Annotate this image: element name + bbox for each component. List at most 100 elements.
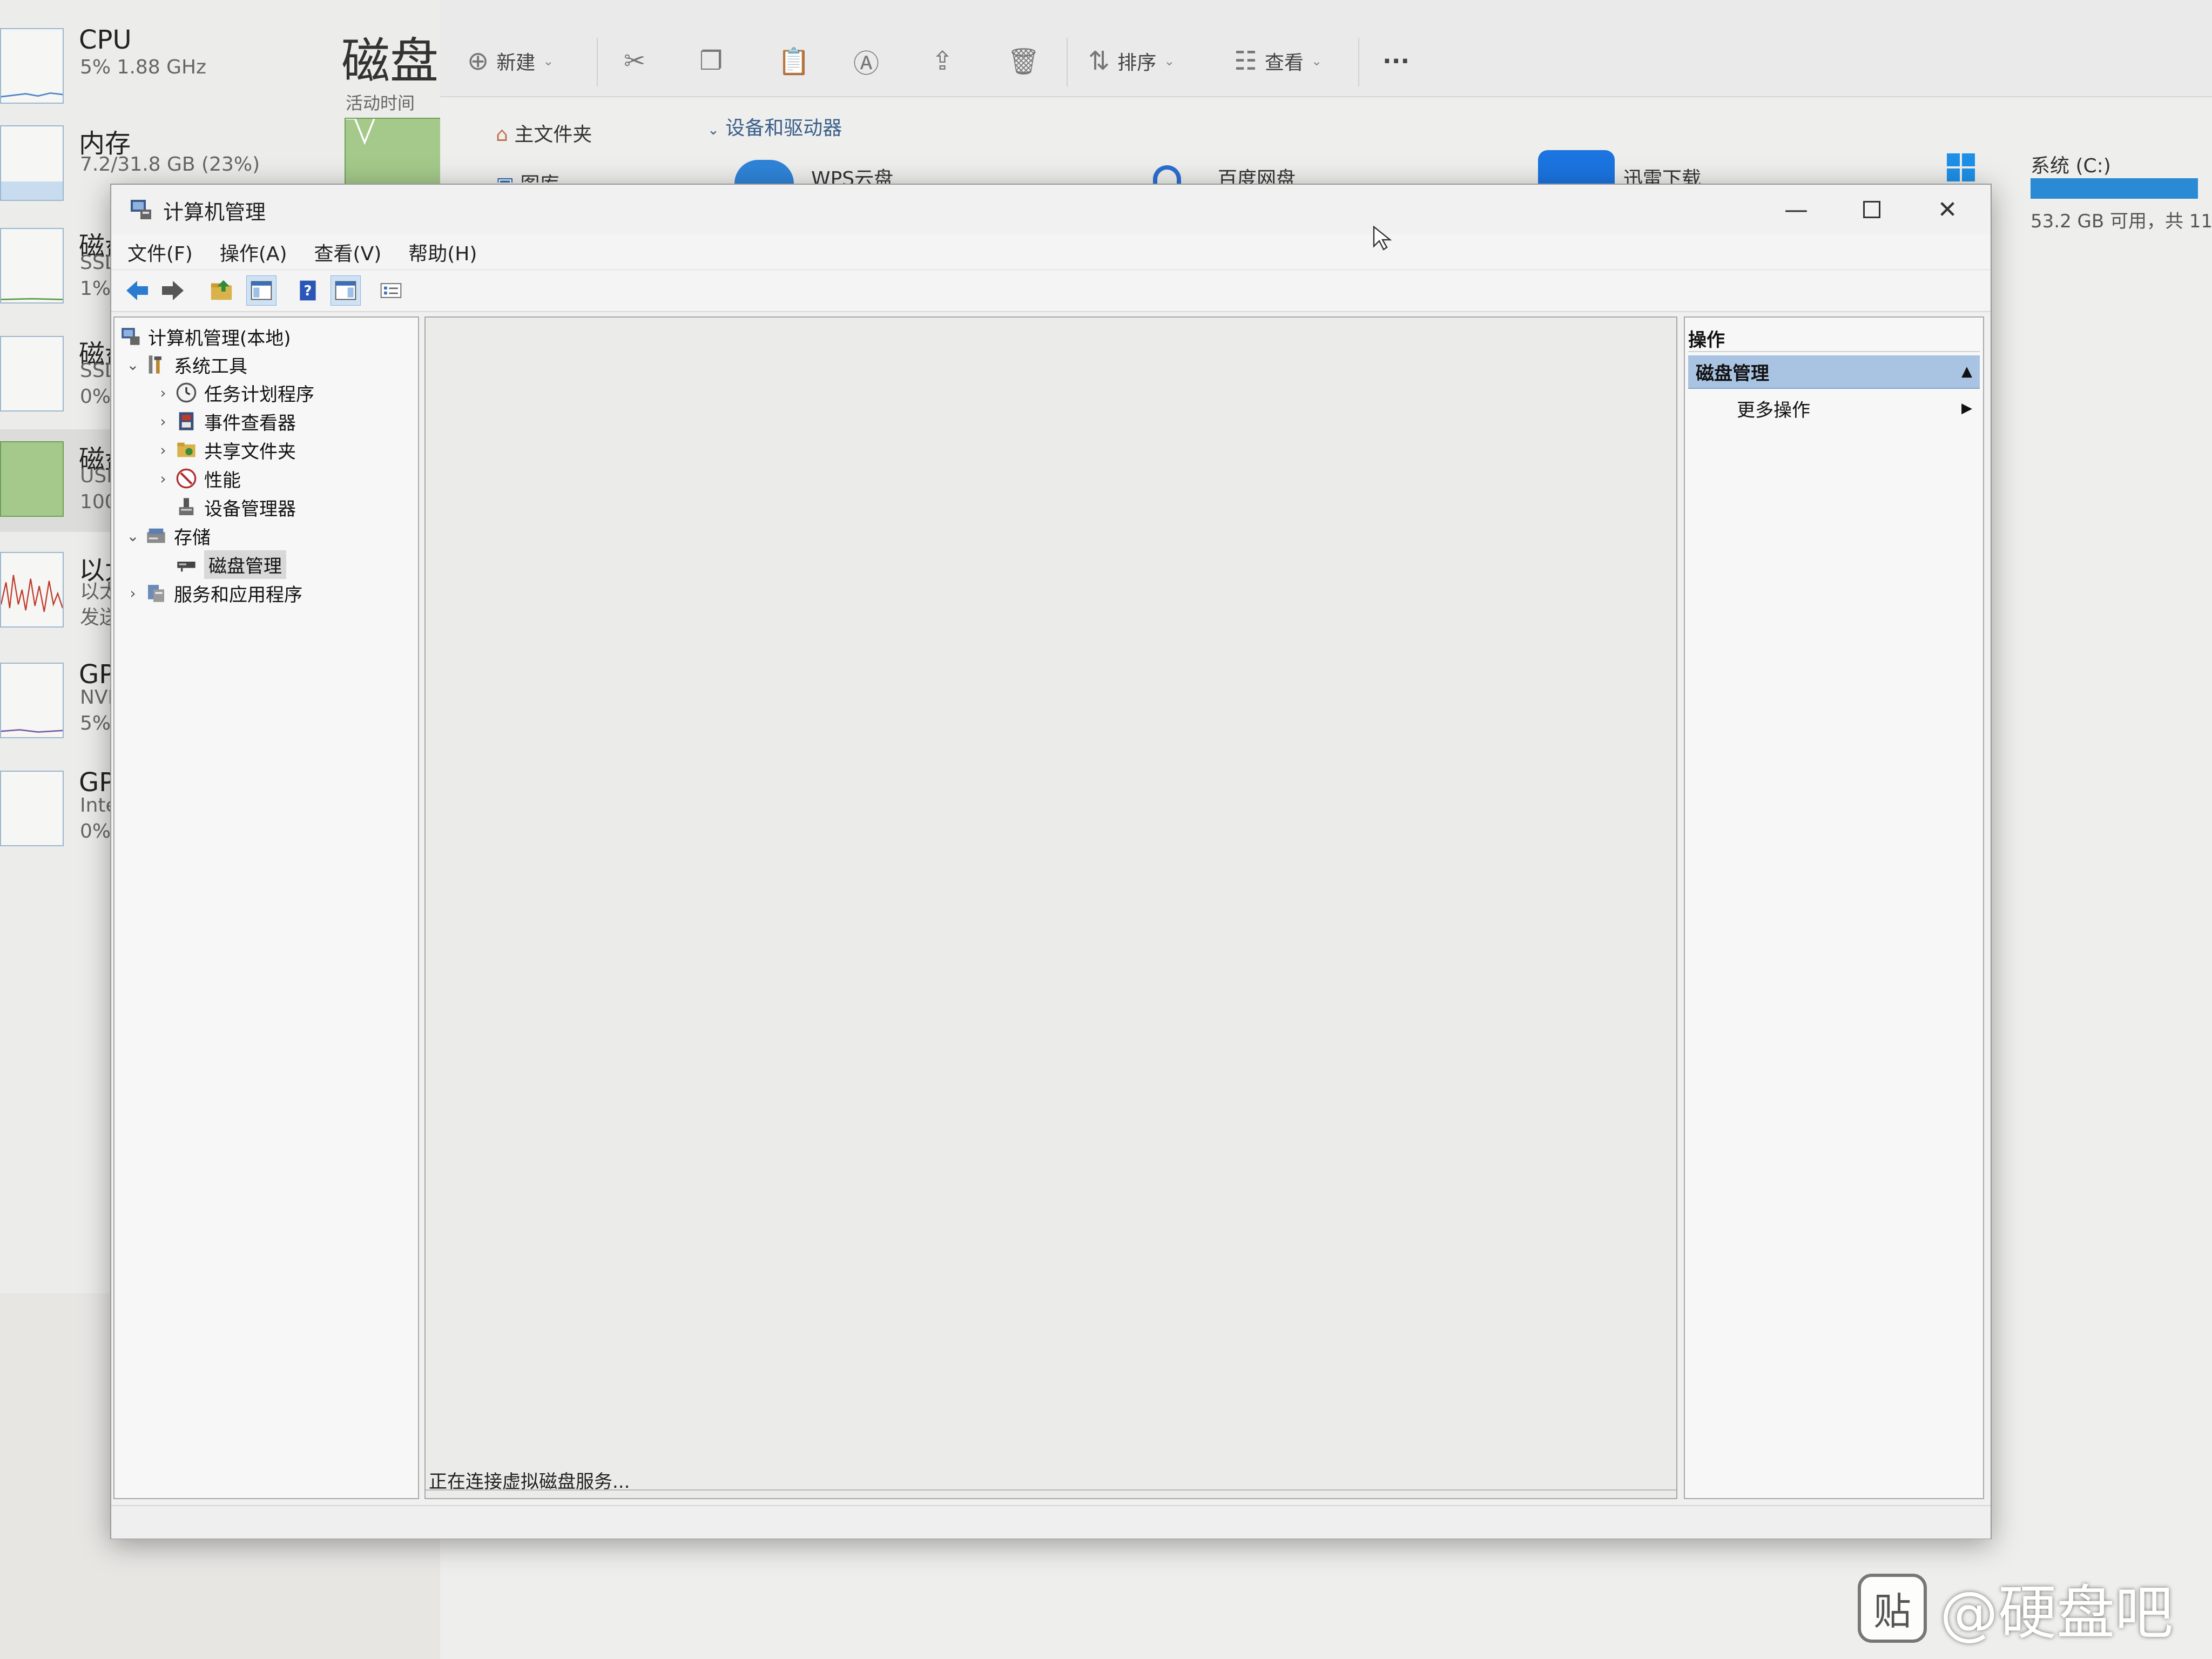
properties-button[interactable] (376, 275, 406, 306)
drive-usage-bar (2031, 178, 2198, 199)
devices-section-label: 设备和驱动器 (725, 117, 842, 139)
tree-item-event-viewer[interactable]: › 事件查看器 (152, 408, 296, 435)
close-button[interactable]: ✕ (1910, 185, 1985, 234)
toolbar-separator (1067, 38, 1068, 86)
windows-logo-icon (1947, 153, 1975, 181)
trash-icon: 🗑 (1007, 46, 1040, 77)
tree-item-system-tools[interactable]: ⌄ 系统工具 (122, 351, 247, 378)
clipboard-icon: 📋 (778, 46, 810, 77)
computer-management-icon (127, 197, 153, 222)
perf-title: GP (79, 767, 115, 798)
perf-item-cpu[interactable]: CPU 5% 1.88 GHz (0, 16, 340, 119)
cpu-sparkline (0, 28, 64, 104)
actions-section-disk-management[interactable]: 磁盘管理 ▲ (1688, 355, 1980, 389)
xunlei-label[interactable]: 迅雷下载 (1623, 163, 1701, 184)
disk-detail-title: 磁盘 (341, 33, 439, 90)
properties-icon (380, 283, 402, 298)
sort-icon: ⇅ (1088, 46, 1110, 76)
rename-icon: Ⓐ (853, 49, 880, 79)
tree-label: 磁盘管理 (204, 550, 286, 579)
menu-help[interactable]: 帮助(H) (408, 238, 477, 266)
action-pane-icon (335, 281, 356, 300)
actions-pane: 操作 磁盘管理 ▲ 更多操作 ▶ (1684, 316, 1984, 1499)
wps-cloud-label[interactable]: WPS云盘 (811, 163, 893, 184)
forward-button[interactable] (158, 275, 188, 306)
maximize-button[interactable] (1834, 185, 1910, 234)
forward-arrow-icon (162, 281, 184, 300)
menu-view[interactable]: 查看(V) (314, 238, 382, 266)
shared-folder-icon (174, 437, 199, 462)
console-tree-pane: 计算机管理(本地) ⌄ 系统工具 › 任务计划程序 › 事件查看器 › 共享文件… (113, 316, 419, 1499)
title-bar[interactable]: 计算机管理 — ✕ (111, 185, 1991, 234)
chevron-down-icon: ⌄ (707, 122, 719, 138)
tree-item-services-apps[interactable]: › 服务和应用程序 (122, 579, 302, 606)
disk0-sparkline (0, 228, 64, 304)
mouse-cursor-icon (1372, 220, 1398, 257)
explorer-toolbar: ⊕ 新建 ⌄ ✂ ❐ 📋 Ⓐ ⇪ 🗑 ⇅ 排序 ⌄ ☷ 查看 ⌄ ··· (440, 0, 2212, 97)
chevron-down-icon: ⌄ (543, 53, 554, 69)
actions-section-label: 磁盘管理 (1696, 362, 1769, 385)
submenu-arrow-icon: ▶ (1961, 400, 1972, 416)
menu-file[interactable]: 文件(F) (127, 238, 193, 266)
tree-label: 事件查看器 (204, 412, 296, 434)
toolbar-separator (1358, 38, 1359, 86)
devices-section-header[interactable]: ⌄ 设备和驱动器 (707, 112, 842, 140)
tree-item-root[interactable]: 计算机管理(本地) (118, 323, 291, 350)
ethernet-sparkline (0, 552, 64, 628)
more-actions-item[interactable]: 更多操作 ▶ (1688, 393, 1980, 423)
sort-button[interactable]: ⇅ 排序 ⌄ (1088, 42, 1175, 80)
window-title: 计算机管理 (163, 200, 266, 224)
system-drive-label[interactable]: 系统 (C:) (2031, 150, 2111, 178)
tree-item-storage[interactable]: ⌄ 存储 (122, 522, 211, 549)
up-one-level-button[interactable] (206, 275, 237, 306)
back-arrow-icon (126, 281, 148, 300)
chevron-down-icon: ⌄ (126, 355, 139, 374)
menu-action[interactable]: 操作(A) (220, 238, 287, 266)
result-pane[interactable]: 正在连接虚拟磁盘服务... (424, 316, 1677, 1499)
tree-label: 任务计划程序 (204, 383, 314, 406)
disk-drive-icon (174, 552, 199, 577)
plus-circle-icon: ⊕ (467, 46, 489, 76)
perf-sub: 0% (80, 386, 111, 408)
services-icon (144, 581, 168, 605)
copy-icon: ❐ (699, 46, 723, 76)
show-hide-console-tree-button[interactable] (246, 275, 276, 306)
tree-item-performance[interactable]: › 性能 (152, 465, 241, 492)
tree-item-device-manager[interactable]: 设备管理器 (152, 494, 296, 521)
perf-title: CPU (79, 25, 132, 55)
delete-button[interactable]: 🗑 (1007, 42, 1040, 80)
chevron-right-icon: › (160, 383, 166, 402)
tree-item-disk-management[interactable]: 磁盘管理 (152, 550, 286, 579)
copy-button[interactable]: ❐ (699, 42, 723, 80)
baidu-netdisk-label[interactable]: 百度网盘 (1218, 163, 1296, 184)
help-button[interactable]: ? (293, 275, 323, 306)
computer-management-window: 计算机管理 — ✕ 文件(F) 操作(A) 查看(V) 帮助(H) ? 计算机管… (110, 184, 1992, 1539)
minimize-button[interactable]: — (1758, 185, 1834, 234)
rename-button[interactable]: Ⓐ (853, 42, 879, 80)
new-label: 新建 (496, 52, 536, 74)
tree-item-shared-folders[interactable]: › 共享文件夹 (152, 436, 296, 463)
gpu1-sparkline (0, 771, 64, 846)
paste-button[interactable]: 📋 (778, 42, 810, 80)
show-hide-action-pane-button[interactable] (331, 275, 361, 306)
more-options-button[interactable]: ··· (1382, 42, 1410, 80)
close-icon: ✕ (1937, 195, 1958, 224)
computer-management-icon (118, 324, 143, 349)
help-icon: ? (300, 280, 316, 301)
cut-button[interactable]: ✂ (624, 42, 645, 80)
new-button[interactable]: ⊕ 新建 ⌄ (467, 42, 554, 80)
perf-sub: NVI (80, 686, 114, 709)
chevron-right-icon: › (160, 469, 166, 488)
sort-label: 排序 (1117, 52, 1157, 74)
tree-label: 共享文件夹 (204, 441, 296, 463)
tree-item-task-scheduler[interactable]: › 任务计划程序 (152, 379, 314, 406)
watermark: 贴 @硬盘吧 (1858, 1566, 2173, 1650)
clock-icon (174, 380, 199, 405)
nav-home[interactable]: ⌂ 主文件夹 (496, 119, 592, 147)
nav-gallery[interactable]: ▣ 图库 (496, 168, 559, 183)
perf-sub: 7.2/31.8 GB (23%) (80, 153, 260, 176)
menu-bar: 文件(F) 操作(A) 查看(V) 帮助(H) (111, 234, 1991, 270)
view-button[interactable]: ☷ 查看 ⌄ (1234, 42, 1322, 80)
share-button[interactable]: ⇪ (932, 42, 953, 80)
back-button[interactable] (122, 275, 152, 306)
